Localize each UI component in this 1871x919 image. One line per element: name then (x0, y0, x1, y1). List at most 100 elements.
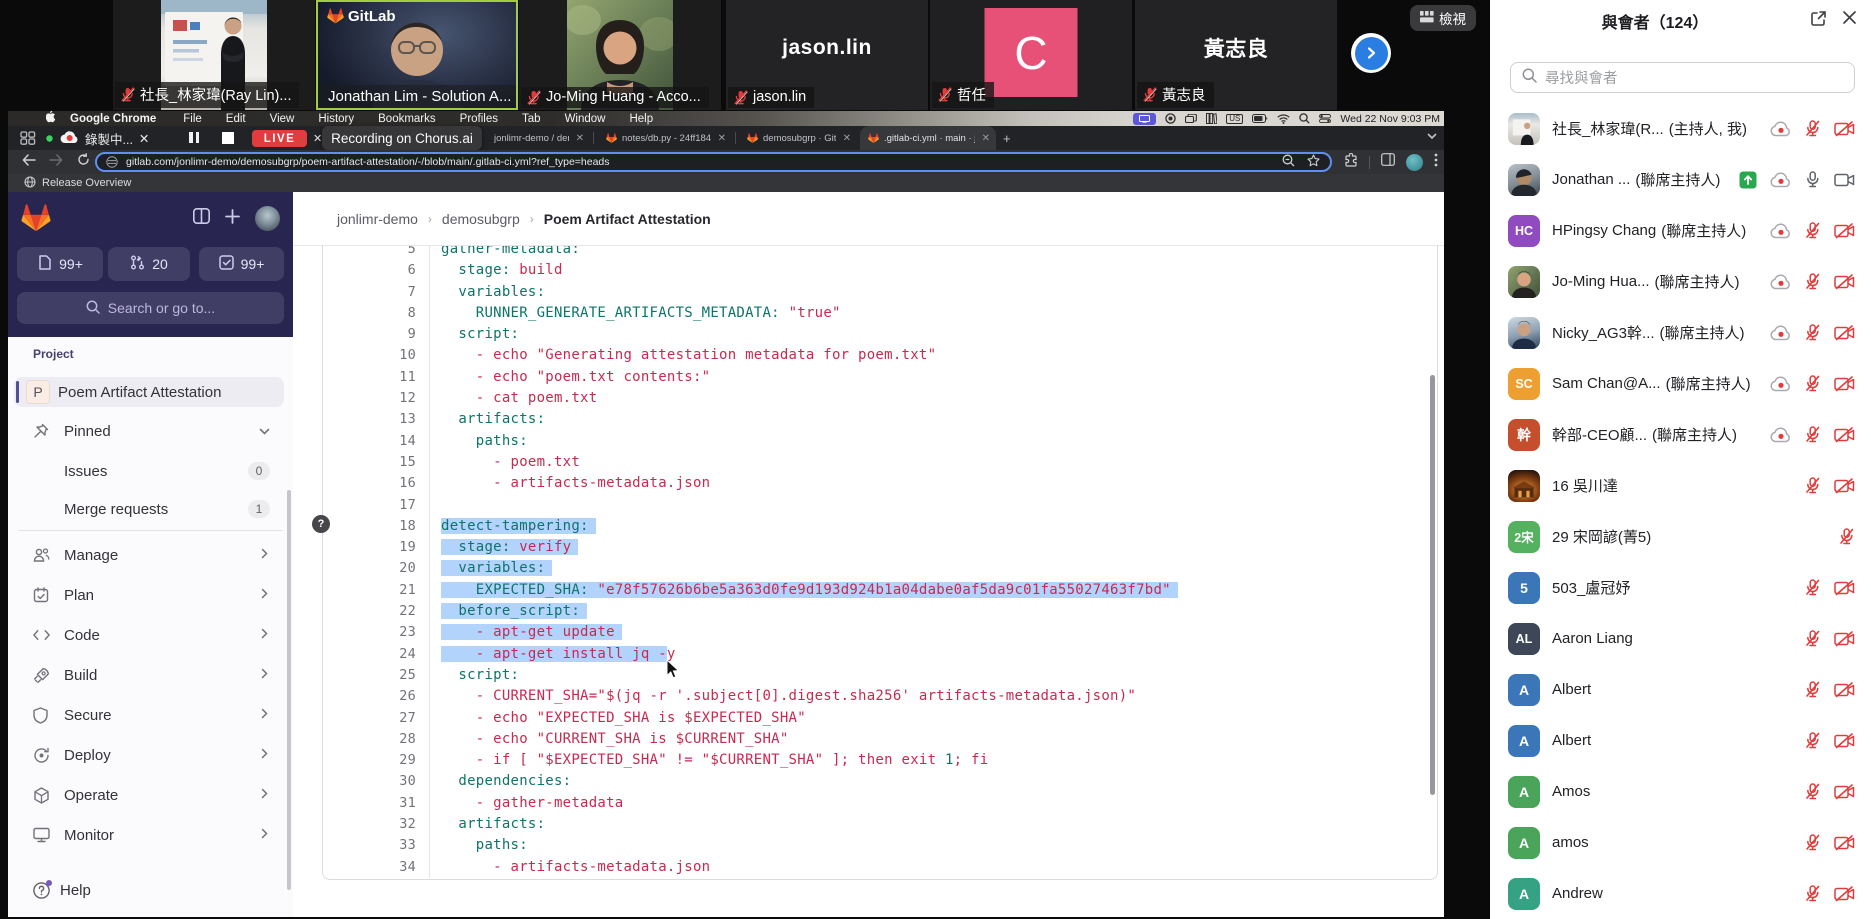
breadcrumb-subgroup[interactable]: demosubgrp (442, 211, 520, 227)
participant-row[interactable]: Aamos (1490, 817, 1871, 868)
side-panel-icon[interactable] (1381, 153, 1395, 171)
camera-off-icon[interactable] (1834, 580, 1855, 596)
mic-muted-icon[interactable] (1805, 630, 1821, 647)
line-number[interactable]: 29 (323, 750, 430, 771)
menubar-menu-file[interactable]: File (183, 113, 202, 125)
participant-row[interactable]: Jo-Ming Hua...(聯席主持人) (1490, 256, 1871, 307)
sidebar-item-project[interactable]: P Poem Artifact Attestation (14, 377, 284, 407)
view-button[interactable]: 檢視 (1410, 5, 1476, 31)
url-text[interactable]: gitlab.com/jonlimr-demo/demosubgrp/poem-… (126, 156, 610, 168)
line-number[interactable]: 34 (323, 857, 430, 878)
camera-off-icon[interactable] (1834, 478, 1855, 494)
zoom-icon[interactable] (1282, 154, 1295, 170)
user-avatar[interactable] (255, 206, 280, 231)
pop-out-icon[interactable] (1810, 10, 1827, 32)
camera-off-icon[interactable] (1834, 733, 1855, 749)
participant-row[interactable]: 2宋29 宋岡諺(菁5) (1490, 511, 1871, 562)
camera-on-icon[interactable] (1834, 172, 1855, 188)
control-center-icon[interactable] (1319, 114, 1331, 123)
sidebar-item-monitor[interactable]: Monitor (14, 815, 284, 855)
browser-tab[interactable]: notes/db.py - 24ff1847aa70c✕ (598, 126, 732, 150)
wifi-icon[interactable] (1277, 114, 1290, 124)
sidebar-toggle-icon[interactable] (193, 208, 210, 229)
sidebar-item-pinned[interactable]: Pinned (14, 415, 284, 447)
camera-off-icon[interactable] (1834, 427, 1855, 443)
line-number[interactable]: 12 (323, 388, 430, 409)
participant-row[interactable]: Jonathan ...(聯席主持人) (1490, 154, 1871, 205)
camera-off-icon[interactable] (1834, 325, 1855, 341)
spotlight-icon[interactable] (1299, 113, 1310, 124)
bookmark-release-overview[interactable]: Release Overview (24, 176, 131, 191)
breadcrumb-group[interactable]: jonlimr-demo (337, 211, 418, 227)
question-bubble-icon[interactable]: ? (312, 515, 330, 533)
browser-tab[interactable]: jonlimr-demo / demosu✕ (486, 126, 590, 150)
line-number[interactable]: 7 (323, 282, 430, 303)
participant-row[interactable]: AAlbert (1490, 664, 1871, 715)
bookmark-star-icon[interactable] (1307, 154, 1320, 170)
mic-muted-icon[interactable] (1805, 273, 1821, 290)
sidebar-item-plan[interactable]: Plan (14, 575, 284, 615)
mic-muted-icon[interactable] (1805, 783, 1821, 800)
screen-sharing-indicator-icon[interactable] (1133, 113, 1156, 125)
menubar-menu-window[interactable]: Window (565, 113, 606, 125)
sidebar-item-issues[interactable]: Issues 0 (14, 455, 284, 487)
tab-close-icon[interactable]: ✕ (843, 133, 851, 144)
sidebar-item-help[interactable]: Help (14, 870, 284, 910)
camera-off-icon[interactable] (1834, 223, 1855, 239)
recording-close-icon[interactable]: ✕ (313, 132, 322, 145)
camera-off-icon[interactable] (1834, 274, 1855, 290)
line-number[interactable]: 18 (323, 516, 430, 537)
menubar-clock[interactable]: Wed 22 Nov 9:03 PM (1340, 113, 1440, 125)
camera-off-icon[interactable] (1834, 121, 1855, 137)
camera-off-icon[interactable] (1834, 886, 1855, 902)
mic-muted-icon[interactable] (1805, 222, 1821, 239)
menubar-menu-history[interactable]: History (318, 113, 354, 125)
line-number[interactable]: 28 (323, 729, 430, 750)
keyboard-layout-badge[interactable]: US (1226, 114, 1243, 124)
page-scrollbar[interactable] (1430, 375, 1435, 795)
mic-muted-icon[interactable] (1805, 120, 1821, 137)
mic-on-icon[interactable] (1805, 171, 1821, 188)
camera-off-icon[interactable] (1834, 631, 1855, 647)
sidebar-item-code[interactable]: Code (14, 615, 284, 655)
sidebar-item-deploy[interactable]: Deploy (14, 735, 284, 775)
line-number[interactable]: 33 (323, 835, 430, 856)
mic-muted-icon[interactable] (1805, 426, 1821, 443)
line-number[interactable]: 6 (323, 260, 430, 281)
menubar-menu-profiles[interactable]: Profiles (460, 113, 498, 125)
menubar-menu-view[interactable]: View (270, 113, 295, 125)
merge-requests-counter-pill[interactable]: 20 (108, 247, 190, 281)
chrome-profile-avatar[interactable] (1406, 154, 1423, 171)
line-number[interactable]: 27 (323, 708, 430, 729)
tab-search-chevron-icon[interactable] (1427, 133, 1437, 140)
mic-muted-icon[interactable] (1805, 477, 1821, 494)
camera-off-icon[interactable] (1834, 784, 1855, 800)
browser-tab[interactable]: demosubgrp · GitLab✕ (739, 126, 857, 150)
mic-muted-icon[interactable] (1805, 834, 1821, 851)
participant-row[interactable]: Nicky_AG3幹...(聯席主持人) (1490, 307, 1871, 358)
sidebar-item-operate[interactable]: Operate (14, 775, 284, 815)
close-panel-icon[interactable] (1842, 10, 1857, 30)
menubar-menu-help[interactable]: Help (629, 113, 653, 125)
video-tile[interactable]: Jo-Ming Huang - Acco... (519, 0, 721, 110)
new-tab-button[interactable]: + (1003, 131, 1011, 146)
mic-muted-icon[interactable] (1805, 324, 1821, 341)
gitlab-search-button[interactable]: Search or go to... (17, 292, 284, 324)
line-number[interactable]: 31 (323, 793, 430, 814)
line-number[interactable]: 24 (323, 644, 430, 665)
participant-row[interactable]: 5503_盧冠妤 (1490, 562, 1871, 613)
video-tile[interactable]: 社長_林家瑋(Ray Lin)... (113, 0, 315, 110)
line-number[interactable]: 5 (323, 246, 430, 260)
sidebar-item-merge-requests[interactable]: Merge requests 1 (14, 493, 284, 525)
issues-counter-pill[interactable]: 99+ (17, 247, 103, 281)
chrome-menu-icon[interactable] (1434, 153, 1438, 172)
camera-off-icon[interactable] (1834, 376, 1855, 392)
camera-off-icon[interactable] (1834, 682, 1855, 698)
line-number[interactable]: 9 (323, 324, 430, 345)
next-participants-button[interactable] (1351, 33, 1391, 73)
participants-search[interactable]: 尋找與會者 (1510, 62, 1855, 93)
video-tile[interactable]: C哲任 (930, 0, 1132, 110)
status-record-icon[interactable] (1165, 113, 1176, 124)
line-number[interactable]: 23 (323, 622, 430, 643)
sidebar-item-manage[interactable]: Manage (14, 535, 284, 575)
